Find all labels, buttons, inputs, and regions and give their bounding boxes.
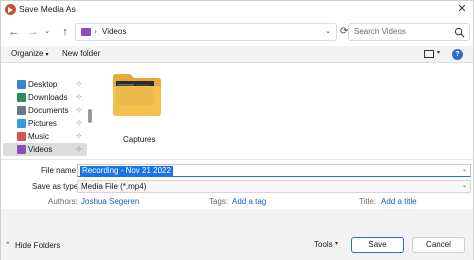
- search-placeholder: Search Videos: [354, 27, 406, 36]
- pin-icon: ⊹: [76, 81, 82, 88]
- help-icon[interactable]: ?: [452, 49, 463, 60]
- pin-icon: ⊹: [76, 146, 82, 153]
- savetype-value: Media File (*.mp4): [81, 182, 147, 191]
- sidebar-item-label: Music: [28, 132, 49, 141]
- save-form: File name: Recording - Nov 21 2022 ⌄ Sav…: [1, 159, 473, 209]
- new-folder-button[interactable]: New folder: [62, 49, 100, 58]
- filename-field[interactable]: Recording - Nov 21 2022 ⌄: [77, 164, 471, 177]
- downloads-icon: [17, 93, 26, 102]
- recent-locations-chevron-icon[interactable]: ⌄: [42, 25, 52, 39]
- search-input[interactable]: Search Videos: [348, 23, 470, 41]
- save-media-dialog: Save Media As ✕ ← → ⌄ ↑ › Videos ⌄ ⟳ Sea…: [0, 0, 474, 260]
- desktop-icon: [17, 80, 26, 89]
- filename-value[interactable]: Recording - Nov 21 2022: [80, 166, 173, 176]
- refresh-button[interactable]: ⟳: [340, 23, 348, 41]
- authors-field[interactable]: Joshua Segeren: [81, 197, 139, 206]
- save-button[interactable]: Save: [351, 237, 404, 253]
- videos-folder-icon: [81, 28, 91, 36]
- pin-icon: ⊹: [76, 107, 82, 114]
- scrollbar-thumb[interactable]: [88, 109, 92, 123]
- authors-label: Authors:: [48, 197, 78, 206]
- sidebar-item-label: Desktop: [28, 80, 58, 89]
- sidebar-scrollbar[interactable]: [87, 63, 93, 159]
- savetype-label: Save as type:: [32, 182, 81, 191]
- navigation-pane: Desktop ⊹ Downloads ⊹ Documents ⊹ Pictur…: [1, 63, 95, 159]
- pin-icon: ⊹: [76, 133, 82, 140]
- title-field[interactable]: Add a title: [381, 197, 417, 206]
- pin-icon: ⊹: [76, 120, 82, 127]
- sidebar-item-label: Videos: [28, 145, 53, 154]
- view-chevron-down-icon[interactable]: ▾: [437, 49, 440, 56]
- breadcrumb-separator: ›: [94, 27, 97, 36]
- tags-label: Tags:: [209, 197, 229, 206]
- chevron-down-icon: ▾: [45, 52, 49, 58]
- tools-chevron-down-icon[interactable]: ▾: [335, 240, 338, 247]
- file-list: Captures: [95, 63, 473, 159]
- view-options-icon[interactable]: [424, 50, 434, 58]
- chevron-up-icon[interactable]: ⌃: [5, 241, 11, 249]
- title-label: Title:: [359, 197, 377, 206]
- filename-label: File name:: [41, 166, 79, 175]
- pin-icon: ⊹: [76, 94, 82, 101]
- navigation-bar: ← → ⌄ ↑ › Videos ⌄ ⟳ Search Videos: [1, 18, 473, 46]
- breadcrumb-videos[interactable]: Videos: [102, 27, 126, 36]
- hide-folders-button[interactable]: Hide Folders: [15, 241, 60, 250]
- save-as-type-select[interactable]: Media File (*.mp4) ⌄: [77, 180, 471, 193]
- pictures-icon: [17, 119, 26, 128]
- title-bar: Save Media As ✕: [1, 1, 473, 18]
- music-icon: [17, 132, 26, 141]
- command-bar: Organize ▾ New folder ▾ ?: [1, 46, 473, 63]
- documents-icon: [17, 106, 26, 115]
- sidebar-item-videos[interactable]: Videos ⊹: [3, 143, 87, 156]
- cancel-button[interactable]: Cancel: [412, 237, 465, 253]
- videos-icon: [17, 145, 26, 154]
- up-button[interactable]: ↑: [58, 25, 72, 39]
- chevron-down-icon[interactable]: ⌄: [462, 182, 467, 189]
- window-title: Save Media As: [19, 4, 76, 14]
- tags-field[interactable]: Add a tag: [232, 197, 266, 206]
- media-player-icon: [5, 4, 16, 15]
- address-history-chevron-icon[interactable]: ⌄: [325, 27, 331, 35]
- sidebar-item-desktop[interactable]: Desktop ⊹: [3, 78, 87, 91]
- close-button[interactable]: ✕: [455, 2, 469, 16]
- back-button[interactable]: ←: [7, 25, 21, 39]
- sidebar-item-label: Documents: [28, 106, 69, 115]
- folder-label: Captures: [123, 135, 156, 144]
- sidebar-item-pictures[interactable]: Pictures ⊹: [3, 117, 87, 130]
- organize-label: Organize: [11, 49, 44, 58]
- sidebar-item-music[interactable]: Music ⊹: [3, 130, 87, 143]
- sidebar-item-documents[interactable]: Documents ⊹: [3, 104, 87, 117]
- dialog-footer: ⌃ Hide Folders Tools ▾ Save Cancel: [1, 209, 473, 260]
- forward-button[interactable]: →: [26, 25, 40, 39]
- sidebar-item-label: Downloads: [28, 93, 68, 102]
- chevron-down-icon[interactable]: ⌄: [462, 166, 467, 173]
- address-bar[interactable]: › Videos ⌄: [75, 23, 337, 41]
- tools-button[interactable]: Tools: [314, 240, 333, 249]
- organize-button[interactable]: Organize ▾: [11, 49, 48, 58]
- sidebar-item-downloads[interactable]: Downloads ⊹: [3, 91, 87, 104]
- sidebar-item-label: Pictures: [28, 119, 57, 128]
- search-icon: [454, 27, 465, 38]
- folder-icon: [113, 74, 161, 116]
